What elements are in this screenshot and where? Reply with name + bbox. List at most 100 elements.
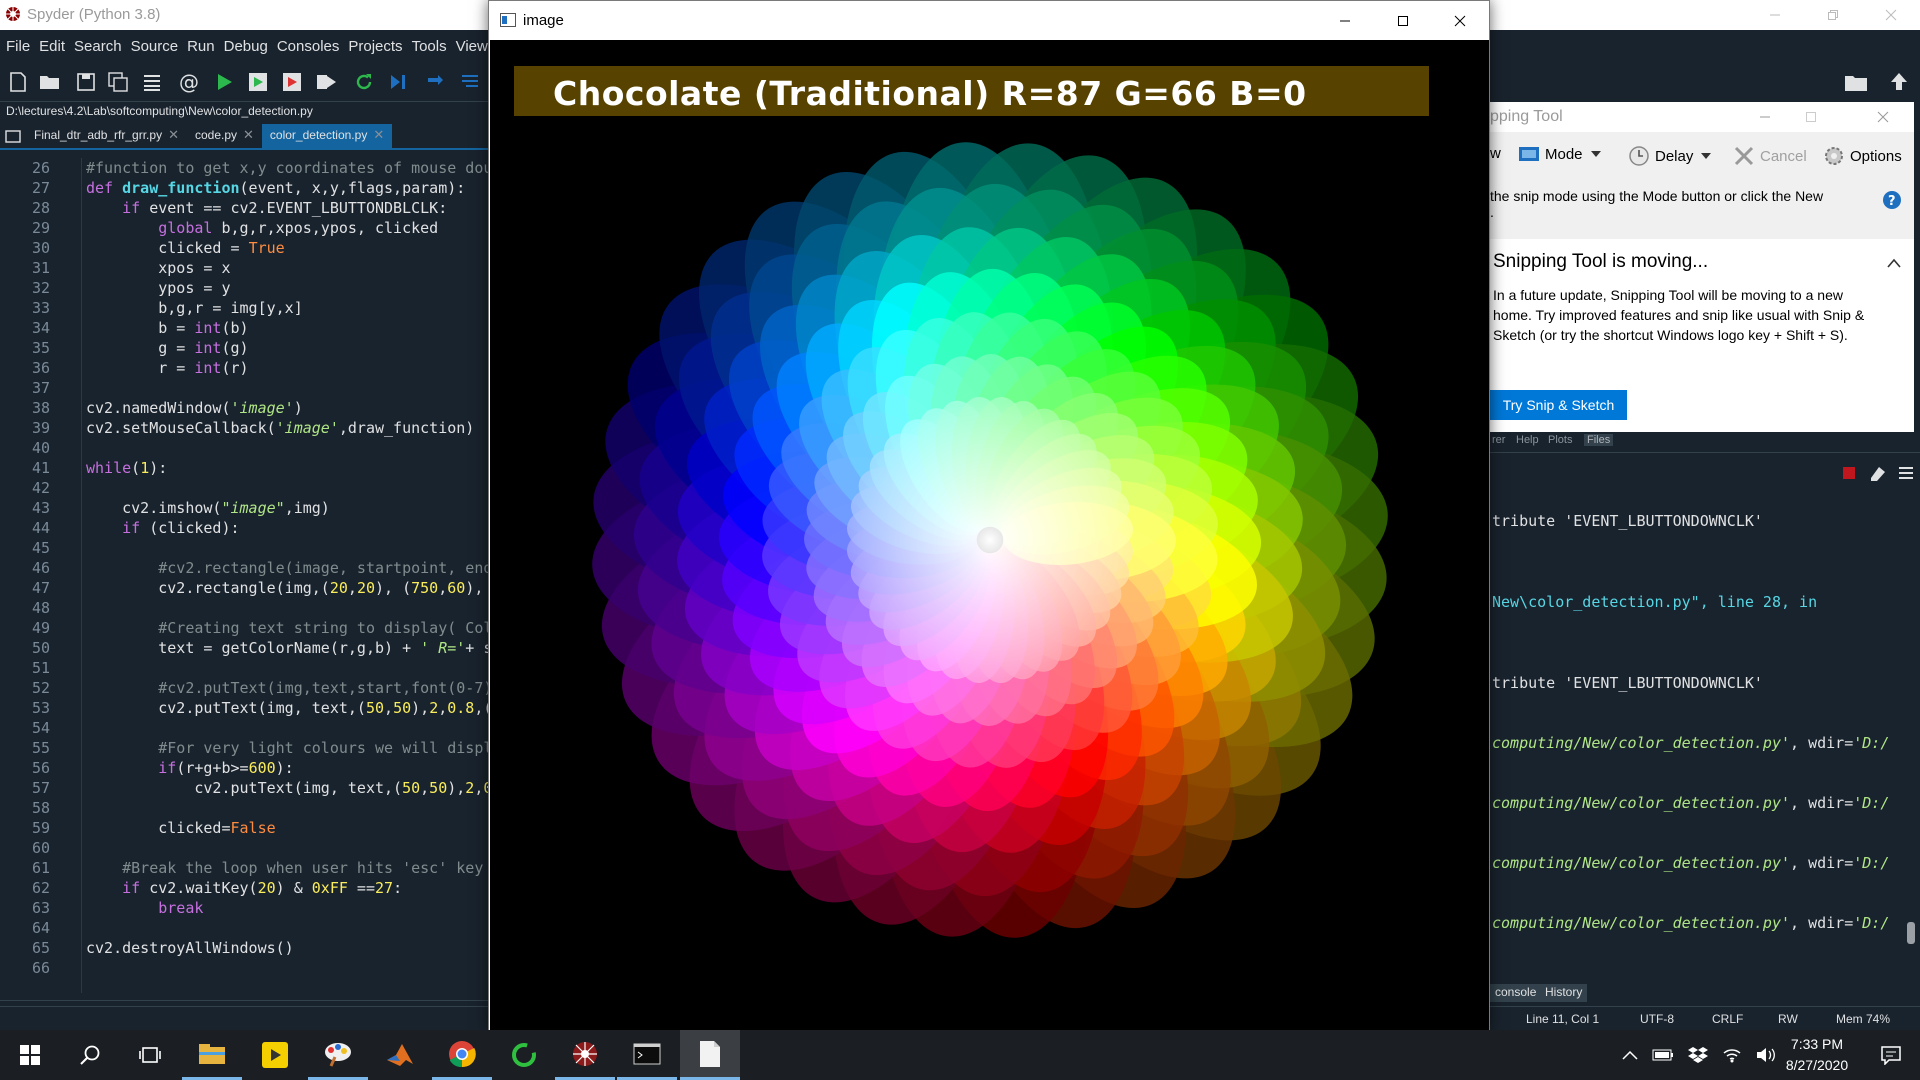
close-button[interactable] (1862, 0, 1920, 30)
options-button[interactable]: Options (1823, 145, 1902, 167)
menu-source[interactable]: Source (131, 38, 179, 55)
debug-icon[interactable] (386, 70, 410, 94)
run-icon[interactable] (212, 70, 236, 94)
line-number: 66 (31, 959, 50, 977)
chevron-up-icon[interactable] (1622, 1050, 1638, 1060)
rerun-icon[interactable] (352, 70, 376, 94)
notice-title: Snipping Tool is moving... (1493, 251, 1709, 272)
close-tab-icon[interactable]: ✕ (373, 128, 384, 142)
delay-button[interactable]: Delay (1628, 145, 1714, 167)
matlab-button[interactable] (370, 1030, 430, 1080)
menu-edit[interactable]: Edit (39, 38, 65, 55)
scrollbar-thumb[interactable] (1907, 922, 1915, 944)
open-folder-icon[interactable] (38, 70, 62, 94)
new-file-icon[interactable] (6, 70, 30, 94)
arrow-up-icon[interactable] (1888, 70, 1910, 92)
line-code: cv2.imshow("image",img) (86, 499, 330, 517)
minimize-button[interactable] (1316, 1, 1374, 40)
maximize-button[interactable] (1788, 102, 1834, 132)
cancel-button[interactable]: Cancel (1733, 145, 1807, 167)
paint-button[interactable] (308, 1030, 368, 1080)
tab-files[interactable]: Files (1584, 434, 1614, 446)
search-button[interactable] (60, 1030, 120, 1080)
spyder-button[interactable] (555, 1030, 615, 1080)
minimize-button[interactable] (1746, 0, 1804, 30)
run-cell-advance-icon[interactable] (280, 70, 304, 94)
tab-help[interactable]: Help (1516, 434, 1539, 446)
wifi-icon[interactable] (1722, 1047, 1742, 1063)
mode-button[interactable]: Mode (1518, 145, 1604, 163)
tab-code[interactable]: code.py ✕ (186, 124, 262, 148)
image-canvas[interactable]: Chocolate (Traditional) R=87 G=66 B=0 (490, 40, 1489, 1031)
at-icon[interactable]: @ (176, 70, 200, 94)
run-selection-icon[interactable] (314, 70, 338, 94)
spyder-logo-icon (6, 7, 20, 21)
chrome-button[interactable] (432, 1030, 492, 1080)
maximize-button[interactable] (1374, 1, 1432, 40)
close-tab-icon[interactable]: ✕ (243, 128, 254, 142)
menu-projects[interactable]: Projects (348, 38, 402, 55)
menu-file[interactable]: File (6, 38, 30, 55)
restore-button[interactable] (1804, 0, 1862, 30)
step-icon[interactable] (424, 70, 448, 94)
tab-explorer[interactable]: rer (1492, 434, 1505, 446)
menu-debug[interactable]: Debug (224, 38, 268, 55)
rectangle-snip-icon (1519, 147, 1539, 161)
close-tab-icon[interactable]: ✕ (168, 128, 179, 142)
stop-icon[interactable] (1842, 466, 1856, 480)
console-output-line: computing/New/color_detection.py', wdir=… (1492, 914, 1890, 932)
encoding: UTF-8 (1640, 1012, 1674, 1026)
task-view-button[interactable] (120, 1030, 180, 1080)
battery-icon[interactable] (1652, 1049, 1674, 1061)
notifications-button[interactable] (1862, 1030, 1920, 1080)
console-scrollbar[interactable] (1904, 492, 1918, 977)
tab-plots[interactable]: Plots (1548, 434, 1572, 446)
menu-icon[interactable] (1898, 465, 1914, 481)
close-button[interactable] (1431, 1, 1489, 40)
menu-tools[interactable]: Tools (412, 38, 447, 55)
ipython-console[interactable]: tribute 'EVENT_LBUTTONDOWNCLK' New\color_… (1490, 492, 1904, 977)
line-code: def draw_function(event, x,y,flags,param… (86, 179, 466, 197)
terminal-button[interactable] (617, 1030, 677, 1080)
menu-consoles[interactable]: Consoles (277, 38, 340, 55)
line-code: if cv2.waitKey(20) & 0xFF ==27: (122, 879, 403, 897)
minimize-button[interactable] (1742, 102, 1788, 132)
try-snip-sketch-button[interactable]: Try Snip & Sketch (1490, 390, 1627, 420)
file-explorer-button[interactable] (182, 1030, 242, 1080)
menu-view[interactable]: View (456, 38, 488, 55)
clock[interactable]: 7:33 PM 8/27/2020 (1772, 1034, 1862, 1076)
image-viewer-button[interactable] (680, 1030, 740, 1080)
tab-color-detection[interactable]: color_detection.py ✕ (261, 124, 393, 148)
start-button[interactable] (0, 1030, 60, 1080)
tab-console[interactable]: console (1490, 984, 1542, 1002)
green-ring-app-button[interactable] (494, 1030, 554, 1080)
line-code: b,g,r = img[y,x] (86, 299, 303, 317)
code-editor[interactable]: 26 #function to get x,y coordinates of mo… (0, 150, 492, 1000)
tab-final-dtr[interactable]: Final_dtr_adb_rfr_grr.py ✕ (26, 124, 187, 148)
save-icon[interactable] (74, 70, 98, 94)
save-all-icon[interactable] (106, 70, 130, 94)
gear-icon (1825, 147, 1843, 165)
potplayer-button[interactable] (245, 1030, 305, 1080)
chevron-up-icon[interactable] (1886, 257, 1902, 269)
tab-label: color_detection.py (269, 128, 368, 142)
step-into-icon[interactable] (458, 70, 482, 94)
new-snip-button[interactable]: w (1490, 145, 1501, 162)
open-folder-icon[interactable] (1844, 72, 1868, 92)
eraser-icon[interactable] (1868, 464, 1888, 482)
run-cell-icon[interactable] (246, 70, 270, 94)
browse-tabs-button[interactable] (0, 124, 26, 148)
line-code: r = int(r) (86, 359, 249, 377)
help-icon[interactable]: ? (1882, 190, 1902, 210)
close-button[interactable] (1860, 102, 1906, 132)
line-number: 35 (31, 339, 50, 357)
color-wheel-image[interactable] (490, 40, 1489, 1031)
list-icon[interactable] (140, 70, 164, 94)
dropbox-icon[interactable] (1688, 1046, 1708, 1064)
line-number: 28 (31, 199, 50, 217)
line-code: b = int(b) (86, 319, 249, 337)
menu-run[interactable]: Run (187, 38, 215, 55)
menu-search[interactable]: Search (74, 38, 122, 55)
line-number: 46 (31, 559, 50, 577)
tab-history[interactable]: History (1540, 984, 1588, 1002)
